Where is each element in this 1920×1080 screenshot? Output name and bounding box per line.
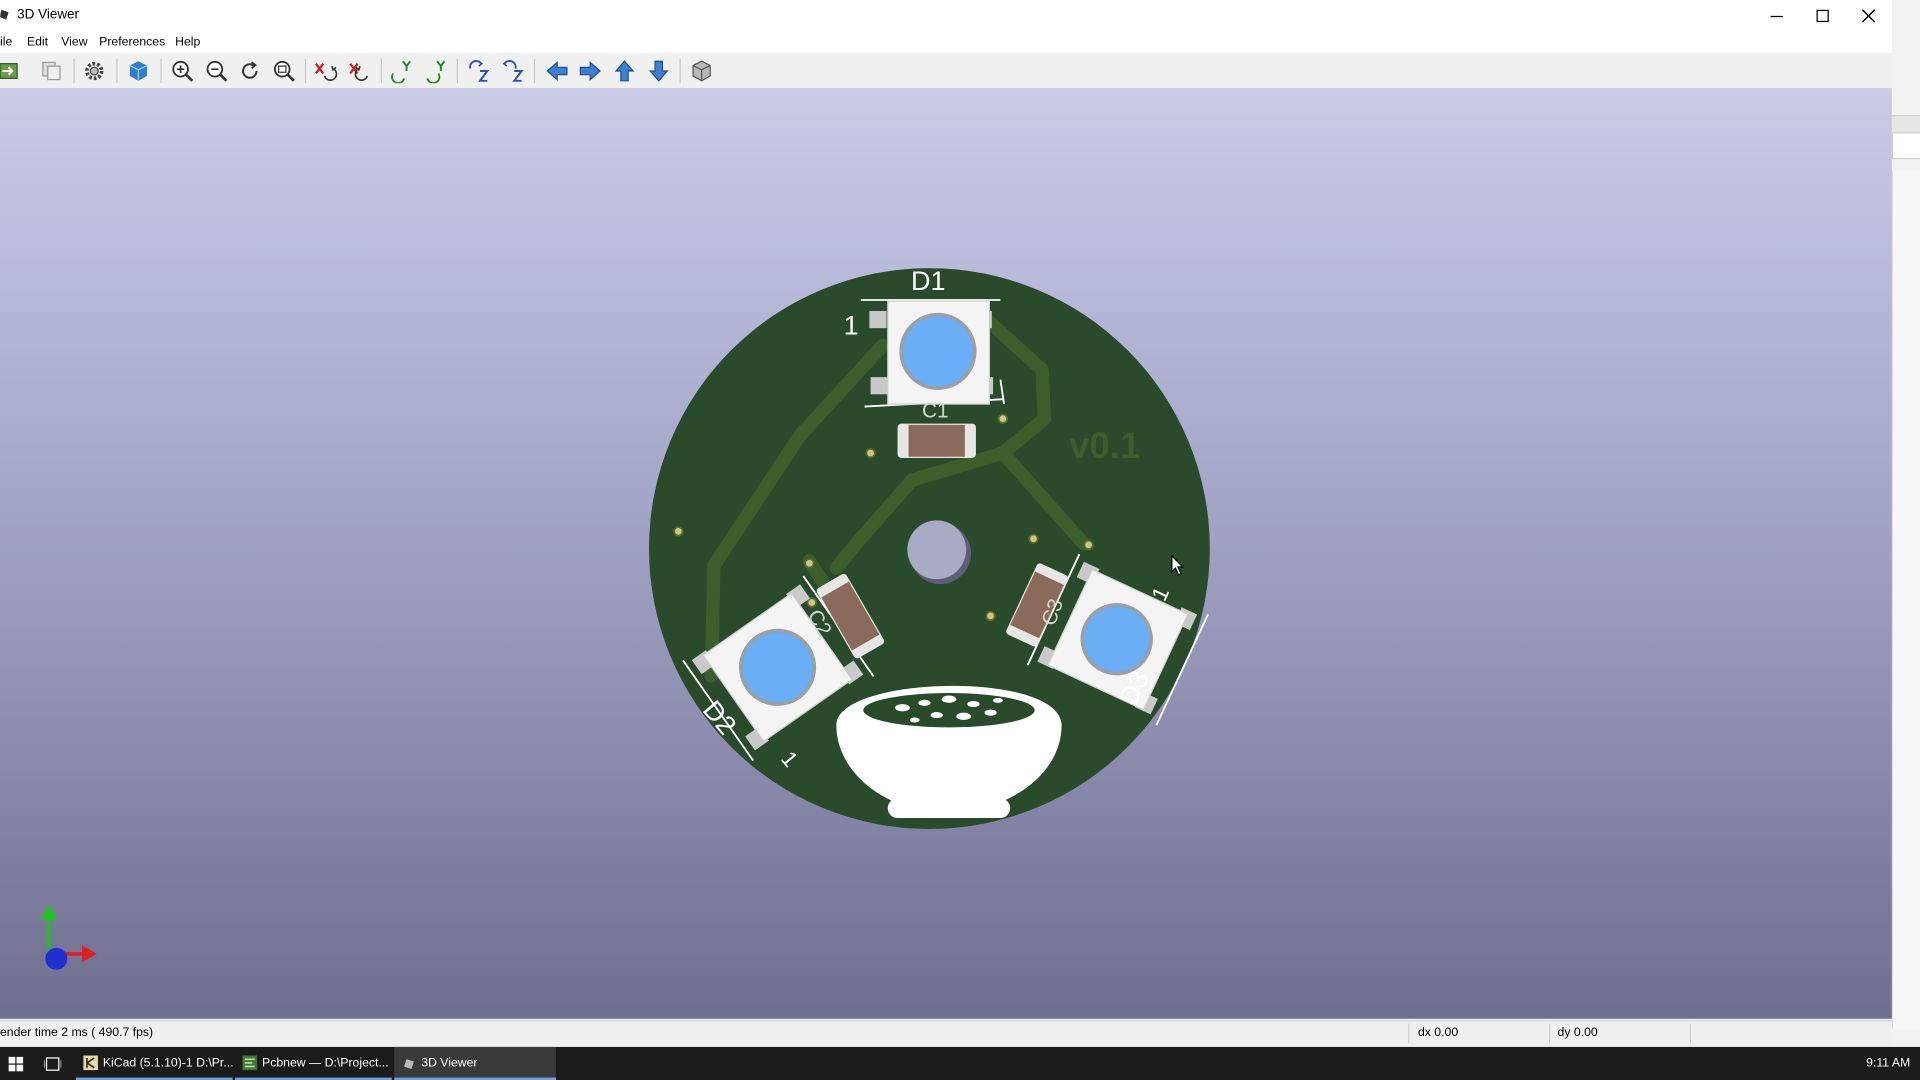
pcb-board: D1 1 C1 D2 1 C2 D3 1 C3 v0.1 [648, 266, 1210, 829]
axes-orientation-widget [40, 904, 97, 970]
move-down-icon [648, 60, 669, 82]
silk-d1: D1 [911, 266, 945, 296]
zoom-fit-icon [273, 60, 295, 82]
move-up-button[interactable] [612, 59, 636, 83]
menu-edit[interactable]: Edit [27, 36, 48, 49]
z-axis-icon [45, 947, 68, 970]
zoom-fit-button[interactable] [272, 59, 296, 83]
maximize-icon [1816, 9, 1829, 23]
taskbar-item-kicad[interactable]: KiCad (5.1.10)-1 D:\Pr... [75, 1047, 234, 1080]
window-title: 3D Viewer [17, 7, 80, 23]
rotate-y-cw-icon [391, 60, 411, 84]
zoom-out-button[interactable] [204, 59, 228, 83]
copy-button[interactable] [39, 59, 63, 83]
menu-view[interactable]: View [61, 36, 87, 49]
zoom-in-button[interactable] [170, 59, 194, 83]
menu-file[interactable]: ile [0, 36, 12, 49]
rotate-y-ccw-button[interactable] [424, 59, 448, 84]
move-left-button[interactable] [545, 59, 569, 83]
export-image-icon [0, 63, 18, 79]
move-left-icon [546, 61, 568, 81]
move-right-icon [579, 61, 601, 81]
silk-c1: C1 [922, 400, 949, 423]
background-window-edge [1891, 0, 1920, 1047]
copy-icon [42, 61, 61, 81]
minimize-icon [1770, 15, 1783, 18]
screen: 3D Viewer ile Edit View Preferences Help [0, 0, 1920, 1080]
render-time-status: ender time 2 ms ( 490.7 fps) [0, 1026, 154, 1040]
capacitor-c1 [897, 423, 976, 458]
redraw-icon [242, 61, 258, 79]
settings-gear-icon [85, 61, 104, 81]
taskbar: KiCad (5.1.10)-1 D:\Pr... Pcbnew — D:\Pr… [0, 1046, 1920, 1080]
3d-viewer-icon [404, 1059, 414, 1069]
close-icon [1861, 9, 1876, 23]
kicad-icon [83, 1055, 98, 1071]
zoom-in-icon [172, 60, 194, 82]
move-up-icon [614, 60, 635, 82]
orthographic-toggle-button[interactable] [689, 59, 713, 83]
move-down-button[interactable] [647, 59, 671, 83]
minimize-button[interactable] [1753, 0, 1798, 33]
render-mode-button[interactable] [126, 59, 150, 83]
close-button[interactable] [1845, 0, 1890, 33]
x-axis-arrow-icon [82, 945, 97, 963]
rotate-z-ccw-icon [502, 60, 524, 82]
mouse-cursor-icon [1171, 554, 1185, 576]
3d-viewer-window: 3D Viewer ile Edit View Preferences Help [0, 0, 1892, 1047]
export-image-button[interactable] [0, 59, 22, 83]
rotate-z-ccw-button[interactable] [501, 59, 525, 83]
toolbar [0, 52, 1892, 90]
move-right-button[interactable] [578, 59, 602, 83]
menu-preferences[interactable]: Preferences [99, 36, 165, 49]
dy-status: dy 0.00 [1557, 1026, 1598, 1040]
rotate-x-ccw-icon [349, 63, 369, 81]
title-bar[interactable]: 3D Viewer [0, 0, 1892, 34]
orthographic-toggle-icon [692, 60, 711, 82]
redraw-button[interactable] [238, 59, 262, 83]
rotate-x-cw-icon [315, 63, 338, 81]
zoom-out-icon [206, 60, 228, 82]
silk-pin1-d1: 1 [844, 310, 859, 340]
3d-viewport[interactable]: D1 1 C1 D2 1 C2 D3 1 C3 v0.1 [0, 88, 1892, 1019]
taskbar-item-pcbnew[interactable]: Pcbnew — D:\Project... [235, 1047, 392, 1080]
rotate-z-cw-icon [469, 60, 490, 82]
settings-button[interactable] [82, 59, 106, 83]
render-mode-cube-icon [129, 61, 148, 81]
rotate-z-cw-button[interactable] [467, 59, 491, 83]
rotate-x-ccw-button[interactable] [348, 59, 372, 83]
rotate-x-cw-button[interactable] [313, 59, 338, 83]
dx-status: dx 0.00 [1417, 1026, 1459, 1040]
rotate-y-ccw-icon [426, 60, 446, 84]
taskbar-item-3d-viewer[interactable]: 3D Viewer [394, 1046, 556, 1080]
task-view-icon[interactable] [44, 1057, 62, 1072]
menu-bar: ile Edit View Preferences Help [0, 33, 1892, 53]
app-icon [0, 9, 9, 20]
rotate-y-cw-button[interactable] [389, 59, 413, 84]
pcbnew-icon [242, 1055, 258, 1071]
taskbar-clock[interactable]: 9:11 AM [1866, 1057, 1910, 1070]
status-bar: ender time 2 ms ( 490.7 fps) dx 0.00 dy … [0, 1020, 1892, 1047]
maximize-button[interactable] [1800, 0, 1845, 33]
silk-version: v0.1 [1069, 425, 1140, 466]
y-axis-arrow-icon [40, 904, 58, 920]
menu-help[interactable]: Help [175, 36, 200, 49]
windows-start-icon[interactable] [8, 1056, 24, 1072]
